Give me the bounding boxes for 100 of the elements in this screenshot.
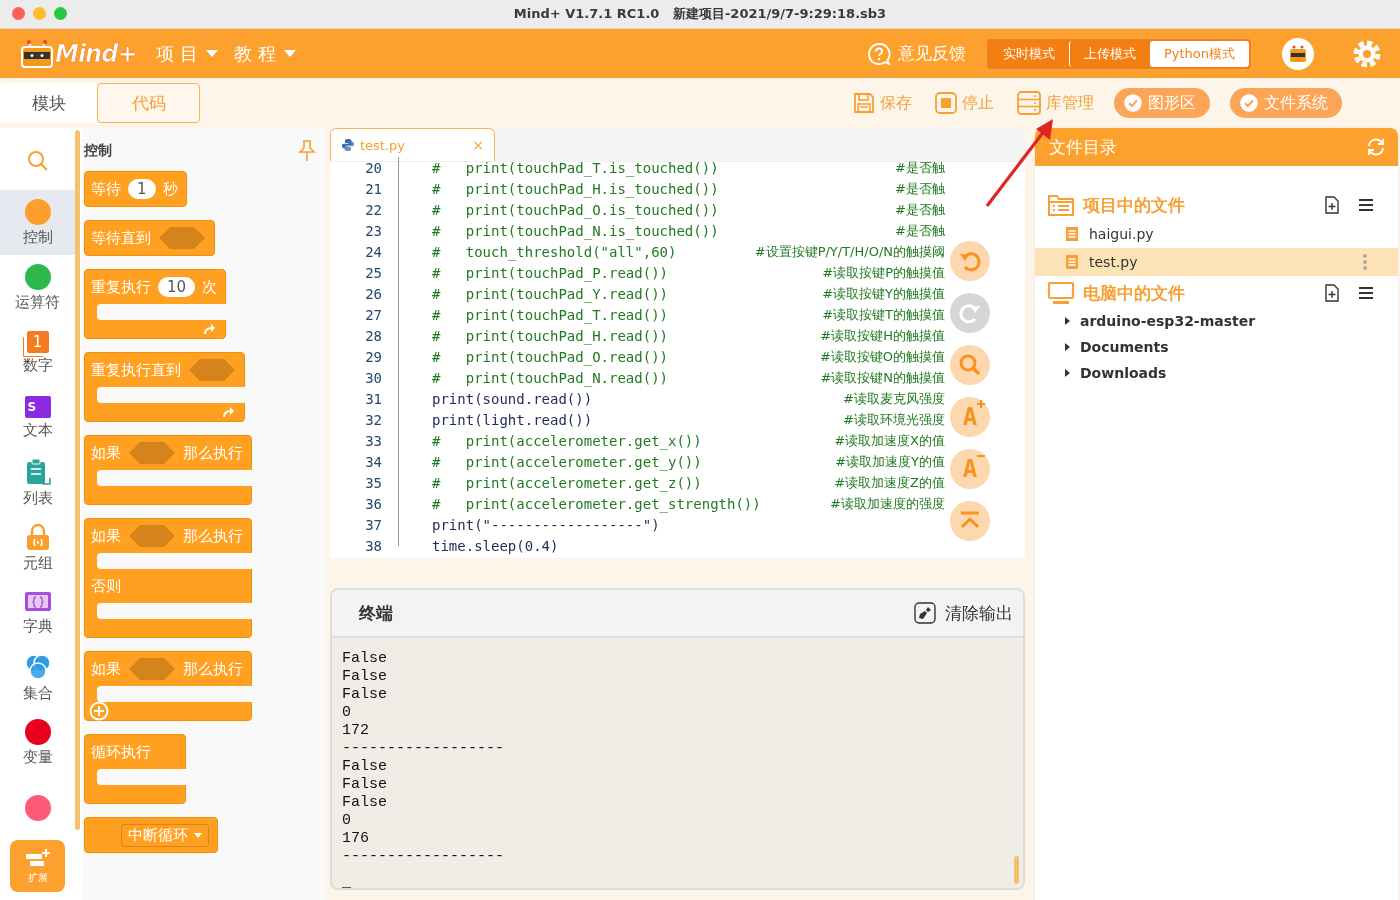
expand-caret-icon[interactable]: [1065, 369, 1070, 377]
line-number: 36: [364, 495, 383, 512]
category-item[interactable]: S 文本: [0, 385, 75, 450]
terminal-output-line: 0: [342, 704, 351, 722]
code-block[interactable]: 中断循环: [84, 817, 218, 853]
view-tab[interactable]: 代码: [97, 83, 200, 123]
settings-icon[interactable]: [1352, 38, 1382, 69]
add-icon[interactable]: [89, 701, 109, 721]
line-number: 22: [364, 201, 383, 218]
toggle-button[interactable]: 图形区: [1114, 88, 1210, 118]
feedback-button[interactable]: 意见反馈: [866, 41, 966, 66]
dropdown[interactable]: 中断循环: [121, 823, 209, 847]
terminal-output-line: False: [342, 686, 387, 704]
mode-option[interactable]: Python模式: [1149, 40, 1249, 67]
search-button[interactable]: [950, 345, 990, 385]
line-number: 29: [364, 348, 383, 365]
menu-icon[interactable]: [1358, 286, 1374, 300]
code-block[interactable]: 如果 那么执行: [84, 651, 252, 721]
redo-icon: [958, 301, 982, 325]
line-number: 28: [364, 327, 383, 344]
code-block[interactable]: 重复执行 10 次: [84, 269, 227, 339]
font-larger-button[interactable]: A: [950, 397, 990, 437]
panel-title: 文件目录: [1049, 135, 1117, 159]
toolbar-button[interactable]: 保存: [852, 91, 912, 115]
boolean-slot[interactable]: [188, 358, 236, 382]
number-input[interactable]: 10: [158, 277, 196, 297]
menu-button[interactable]: 项 目: [156, 41, 219, 66]
menu-icon[interactable]: [1358, 198, 1374, 212]
minimize-window-button[interactable]: [33, 7, 46, 20]
number-input[interactable]: 1: [128, 179, 156, 199]
category-item[interactable]: 运算符: [0, 255, 75, 320]
toolbar-button[interactable]: 停止: [934, 91, 994, 115]
extension-button[interactable]: 扩展: [10, 840, 65, 892]
terminal-output-line: False: [342, 776, 387, 794]
block-label: 那么执行: [183, 659, 243, 679]
category-item[interactable]: 集合: [0, 645, 75, 710]
undo-button[interactable]: [950, 241, 990, 281]
terminal-output-line: 172: [342, 722, 369, 740]
close-tab-button[interactable]: ×: [472, 137, 484, 153]
toolbar-button[interactable]: 库管理: [1016, 90, 1094, 116]
file-tree-item[interactable]: arduino-esp32-master: [1035, 308, 1398, 334]
code-block[interactable]: 等待直到: [84, 220, 215, 256]
boolean-slot[interactable]: [128, 657, 176, 681]
file-tree-item[interactable]: test.py: [1035, 248, 1398, 276]
category-item[interactable]: 元组: [0, 515, 75, 580]
code-comment: #读取麦克风强度: [843, 389, 945, 408]
toggle-button[interactable]: 文件系统: [1230, 88, 1342, 118]
category-item[interactable]: 变量: [0, 710, 75, 775]
file-tree-item[interactable]: Documents: [1035, 334, 1398, 360]
code-block[interactable]: 重复执行直到: [84, 352, 245, 422]
code-comment: #读取环境光强度: [843, 410, 945, 429]
code-block[interactable]: 循环执行: [84, 734, 186, 804]
category-item[interactable]: 字典: [0, 580, 75, 645]
boolean-slot[interactable]: [128, 441, 176, 465]
block-label: 秒: [162, 179, 178, 199]
code-text: # print(touchPad_P.read()): [432, 264, 668, 281]
category-item[interactable]: 控制: [0, 190, 75, 255]
block-label: 重复执行: [91, 277, 151, 297]
boolean-slot[interactable]: [128, 524, 176, 548]
file-tab[interactable]: test.py ×: [330, 128, 495, 161]
pin-icon[interactable]: [298, 140, 316, 162]
boolean-slot[interactable]: [158, 226, 206, 250]
expand-caret-icon[interactable]: [1065, 343, 1070, 351]
clear-output-button[interactable]: 清除输出: [914, 601, 1013, 625]
category-item[interactable]: 列表: [0, 450, 75, 515]
code-block[interactable]: 如果 那么执行 否则: [84, 518, 252, 638]
mode-option[interactable]: 实时模式: [988, 40, 1069, 67]
file-tree-item[interactable]: haigui.py: [1035, 220, 1398, 248]
scrollbar[interactable]: [1014, 856, 1019, 884]
code-text: # print(accelerometer.get_strength()): [432, 495, 761, 512]
logo-icon: [20, 38, 54, 69]
close-window-button[interactable]: [12, 7, 25, 20]
code-text: # print(touchPad_H.read()): [432, 327, 668, 344]
more-icon[interactable]: [1362, 253, 1368, 271]
line-number: 34: [364, 453, 383, 470]
search-icon[interactable]: [26, 150, 49, 172]
save-icon: [852, 91, 876, 115]
code-comment: #是否触: [895, 179, 945, 198]
undo-icon: [958, 249, 982, 273]
code-comment: #读取加速度的强度: [830, 494, 945, 513]
code-block[interactable]: 等待 1 秒: [84, 171, 187, 207]
code-text: # print(accelerometer.get_x()): [432, 432, 702, 449]
file-tree-item[interactable]: Downloads: [1035, 360, 1398, 386]
scroll-top-button[interactable]: [950, 501, 990, 541]
menu-button[interactable]: 教 程: [234, 41, 296, 66]
mode-option[interactable]: 上传模式: [1068, 40, 1150, 67]
font-smaller-button[interactable]: A: [950, 449, 990, 489]
expand-caret-icon[interactable]: [1065, 317, 1070, 325]
view-tab[interactable]: 模块: [0, 83, 97, 123]
block-label: 如果: [91, 526, 121, 546]
scrollbar[interactable]: [75, 130, 80, 830]
avatar-icon[interactable]: [1282, 37, 1314, 70]
category-item[interactable]: 1 数字: [0, 320, 75, 385]
new-file-icon[interactable]: [1324, 196, 1340, 214]
code-comment: #读取按键Y的触摸值: [822, 284, 945, 303]
zoom-window-button[interactable]: [54, 7, 67, 20]
code-block[interactable]: 如果 那么执行: [84, 435, 252, 505]
new-file-icon[interactable]: [1324, 284, 1340, 302]
block-label: 那么执行: [183, 443, 243, 463]
refresh-icon[interactable]: [1366, 137, 1386, 157]
